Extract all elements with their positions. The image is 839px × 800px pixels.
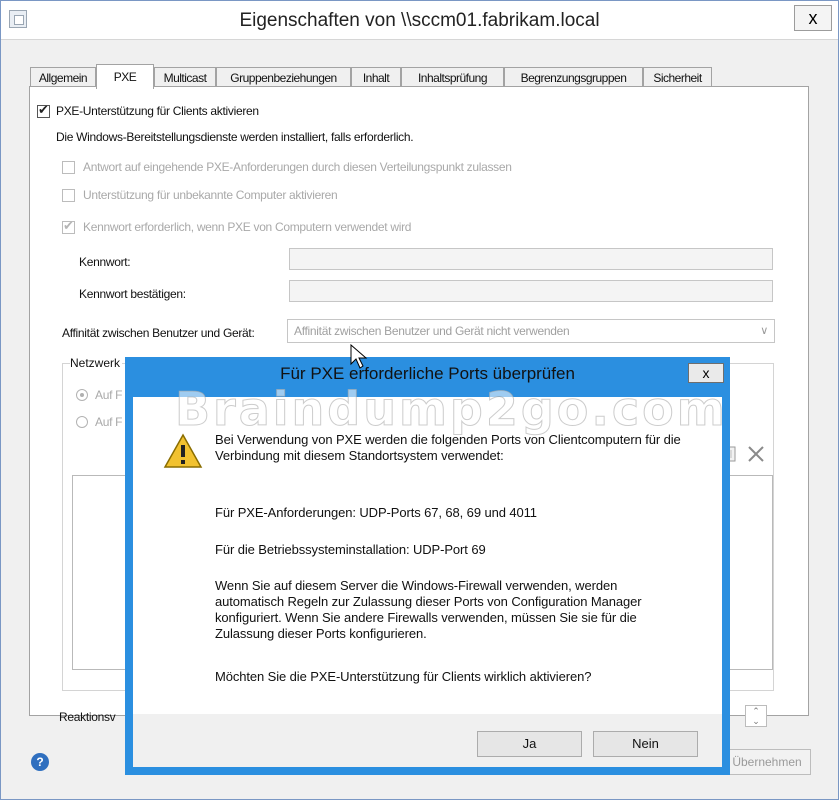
network-radio-1[interactable] <box>76 389 88 401</box>
network-radio-1-label: Auf F <box>95 388 123 402</box>
response-label: Reaktionsv <box>59 710 116 724</box>
confirm-password-field[interactable] <box>289 280 773 302</box>
help-icon[interactable]: ? <box>31 753 49 771</box>
affinity-selected-value: Affinität zwischen Benutzer und Gerät ni… <box>294 324 570 338</box>
tab-multicast[interactable]: Multicast <box>154 67 216 88</box>
dialog-firewall-text: Wenn Sie auf diesem Server die Windows-F… <box>215 578 642 641</box>
window-close-button[interactable]: x <box>794 5 832 31</box>
response-spinner[interactable]: ⌃ ⌄ <box>745 705 767 727</box>
dialog-title: Für PXE erforderliche Ports überprüfen <box>280 364 575 383</box>
dialog-os-install-text: Für die Betriebssysteminstallation: UDP-… <box>215 542 486 557</box>
respond-requests-checkbox[interactable] <box>62 161 75 174</box>
enable-pxe-checkbox[interactable]: ✔ <box>37 102 50 118</box>
affinity-label: Affinität zwischen Benutzer und Gerät: <box>62 326 255 340</box>
tab-inhaltspruefung[interactable]: Inhaltsprüfung <box>401 67 504 88</box>
enable-pxe-label: PXE-Unterstützung für Clients aktivieren <box>56 104 259 118</box>
checkmark-icon: ✔ <box>63 218 74 233</box>
window-title: Eigenschaften von \\sccm01.fabrikam.loca… <box>239 10 600 31</box>
no-button[interactable]: Nein <box>593 731 698 757</box>
delete-icon <box>748 446 764 462</box>
respond-requests-label: Antwort auf eingehende PXE-Anforderungen… <box>83 160 512 174</box>
affinity-dropdown[interactable]: Affinität zwischen Benutzer und Gerät ni… <box>287 319 775 343</box>
tab-allgemein[interactable]: Allgemein <box>30 67 96 88</box>
delete-icon-button[interactable] <box>744 443 768 465</box>
tab-sicherheit[interactable]: Sicherheit <box>643 67 712 88</box>
unknown-computers-checkbox[interactable] <box>62 189 75 202</box>
dialog-question-text: Möchten Sie die PXE-Unterstützung für Cl… <box>215 669 592 684</box>
mouse-cursor-icon <box>350 344 368 369</box>
require-password-label: Kennwort erforderlich, wenn PXE von Comp… <box>83 220 412 234</box>
network-radio-2-label: Auf F <box>95 415 123 429</box>
dialog-close-button[interactable]: x <box>688 363 724 383</box>
install-note: Die Windows-Bereitstellungsdienste werde… <box>56 130 414 144</box>
network-group-label: Netzwerk <box>70 356 123 370</box>
warning-icon <box>163 433 203 468</box>
tab-pxe[interactable]: PXE <box>96 64 154 89</box>
apply-button[interactable]: Übernehmen <box>723 749 811 775</box>
unknown-computers-label: Unterstützung für unbekannte Computer ak… <box>83 188 338 202</box>
dialog-intro-text: Bei Verwendung von PXE werden die folgen… <box>215 432 681 463</box>
checkmark-icon: ✔ <box>38 102 49 117</box>
network-radio-2[interactable] <box>76 416 88 428</box>
yes-button[interactable]: Ja <box>477 731 582 757</box>
require-password-checkbox[interactable]: ✔ <box>62 218 75 234</box>
tab-begrenzungsgruppen[interactable]: Begrenzungsgruppen <box>504 67 643 88</box>
watermark-text: Braindump2go.com <box>175 382 728 437</box>
chevron-down-icon: ∨ <box>760 325 768 337</box>
confirm-password-label: Kennwort bestätigen: <box>79 287 186 301</box>
password-label: Kennwort: <box>79 255 131 269</box>
password-field[interactable] <box>289 248 773 270</box>
tab-gruppenbeziehungen[interactable]: Gruppenbeziehungen <box>216 67 351 88</box>
dialog-pxe-requests-text: Für PXE-Anforderungen: UDP-Ports 67, 68,… <box>215 505 537 520</box>
tab-inhalt[interactable]: Inhalt <box>351 67 401 88</box>
title-bar: Eigenschaften von \\sccm01.fabrikam.loca… <box>1 1 838 40</box>
